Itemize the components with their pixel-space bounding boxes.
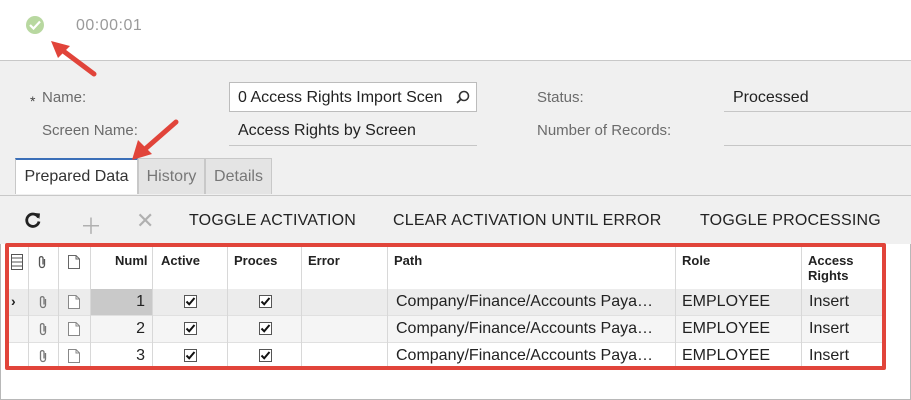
name-value: 0 Access Rights Import Scen (238, 89, 443, 106)
grid-toolbar: ＋ ✕ TOGGLE ACTIVATION CLEAR ACTIVATION U… (0, 195, 911, 244)
tab-prepared-data[interactable]: Prepared Data (15, 158, 138, 194)
screen-name-label: Screen Name: (42, 122, 138, 139)
refresh-icon[interactable] (24, 211, 42, 229)
check-circle-icon (26, 16, 44, 34)
annotation-arrow (51, 41, 97, 77)
screen-name-value: Access Rights by Screen (238, 122, 416, 139)
process-status-bar: 00:00:01 (0, 0, 911, 60)
name-label: Name: (42, 89, 87, 106)
records-underline (724, 145, 911, 146)
status-label: Status: (537, 89, 584, 106)
add-row-icon[interactable]: ＋ (80, 209, 102, 241)
required-mark: * (30, 93, 36, 109)
name-selector[interactable]: 0 Access Rights Import Scen (229, 82, 477, 112)
annotation-arrow (132, 119, 179, 160)
elapsed-timer: 00:00:01 (76, 17, 143, 34)
highlight-box (5, 243, 886, 370)
records-label: Number of Records: (537, 122, 672, 139)
search-icon[interactable] (456, 90, 470, 104)
clear-activation-button[interactable]: CLEAR ACTIVATION UNTIL ERROR (393, 212, 661, 230)
toggle-activation-button[interactable]: TOGGLE ACTIVATION (189, 212, 356, 230)
tab-details[interactable]: Details (205, 158, 272, 194)
screen-name-underline (229, 145, 477, 146)
delete-row-icon[interactable]: ✕ (136, 208, 154, 234)
status-value: Processed (733, 89, 809, 106)
toggle-processing-button[interactable]: TOGGLE PROCESSING (700, 212, 881, 230)
status-underline (724, 111, 911, 112)
